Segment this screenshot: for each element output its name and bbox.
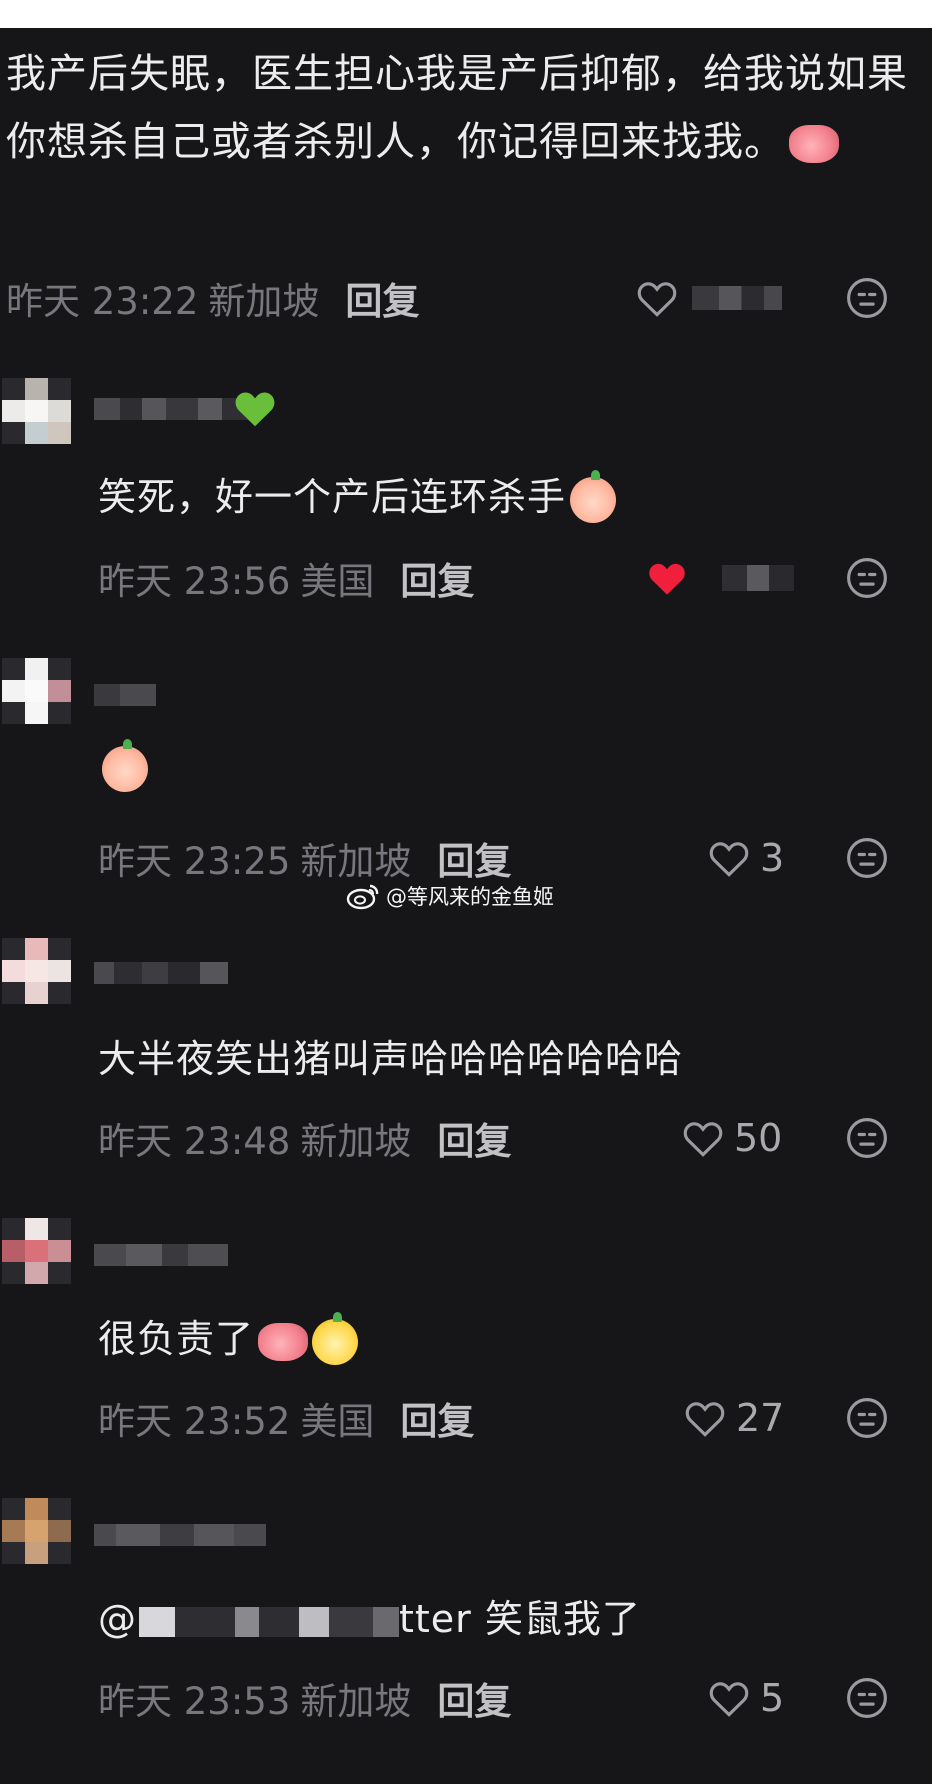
- comment-location: 美国: [300, 560, 375, 603]
- comment-meta: 昨天 23:56 美国 回复: [98, 550, 474, 606]
- dislike-face-icon[interactable]: [846, 1397, 888, 1439]
- reply-button[interactable]: 回复: [400, 1391, 474, 1445]
- username-blurred[interactable]: [94, 398, 250, 422]
- heart-outline-icon: [709, 842, 749, 877]
- comment-location: 新加坡: [300, 1120, 412, 1163]
- reply-button[interactable]: 回复: [437, 1671, 511, 1725]
- weibo-icon: [346, 884, 379, 910]
- like-button[interactable]: 5: [708, 1670, 784, 1726]
- comment-location: 新加坡: [208, 280, 320, 323]
- comment-meta: 昨天 23:53 新加坡 回复: [98, 1670, 511, 1726]
- heart-outline-icon: [709, 1682, 749, 1717]
- green-heart-badge-icon: [235, 392, 275, 427]
- heart-outline-icon: [685, 1402, 725, 1437]
- root-comment-meta: 昨天 23:22 新加坡 回复: [6, 270, 419, 326]
- dislike-face-icon[interactable]: [846, 1677, 888, 1719]
- reply-button[interactable]: 回复: [437, 831, 511, 885]
- avatar[interactable]: [2, 938, 72, 1006]
- like-count: 50: [734, 1116, 783, 1160]
- comment-location: 新加坡: [300, 840, 412, 883]
- comment-time: 昨天 23:22: [6, 280, 199, 323]
- yellow-peach-emoji-icon: [312, 1311, 359, 1365]
- dislike-face-icon[interactable]: [846, 557, 888, 599]
- comment-time: 昨天 23:48: [98, 1120, 291, 1163]
- dislike-face-icon[interactable]: [846, 837, 888, 879]
- like-count: 27: [736, 1396, 785, 1440]
- like-button[interactable]: [636, 270, 782, 326]
- comment-text: 笑死，好一个产后连环杀手: [98, 466, 617, 523]
- blurred-like-count: [692, 286, 782, 310]
- like-count: 3: [760, 836, 785, 880]
- crying-laughing-peach-emoji-icon: [570, 469, 617, 523]
- reply-button[interactable]: 回复: [345, 271, 419, 325]
- reply-button[interactable]: 回复: [437, 1111, 511, 1165]
- heart-outline-icon: [637, 282, 677, 317]
- like-button[interactable]: 3: [708, 830, 784, 886]
- mention-prefix[interactable]: @: [98, 1597, 137, 1641]
- comment-meta: 昨天 23:48 新加坡 回复: [98, 1110, 511, 1166]
- avatar[interactable]: [2, 378, 72, 446]
- watermark: @等风来的金鱼姬: [346, 880, 554, 912]
- like-button[interactable]: [646, 550, 794, 606]
- shy-peach-emoji-icon: [102, 738, 148, 792]
- comment-text: [98, 738, 148, 792]
- top-status-strip: [0, 0, 932, 28]
- avatar[interactable]: [2, 1498, 72, 1566]
- dislike-face-icon[interactable]: [846, 1117, 888, 1159]
- root-comment-text: 我产后失眠，医生担心我是产后抑郁，给我说如果你想杀自己或者杀别人，你记得回来找我…: [6, 40, 916, 176]
- comment-time: 昨天 23:52: [98, 1400, 291, 1443]
- comment-time: 昨天 23:56: [98, 560, 291, 603]
- comment-text: 很负责了: [98, 1308, 359, 1365]
- username-blurred[interactable]: [94, 684, 156, 708]
- blurred-like-count: [722, 565, 794, 591]
- avatar[interactable]: [2, 658, 72, 726]
- heart-filled-icon: [649, 563, 685, 595]
- username-blurred[interactable]: [94, 962, 228, 986]
- like-button[interactable]: 27: [684, 1390, 784, 1446]
- thumbs-up-emoji-icon: [258, 1322, 309, 1361]
- mention-suffix-and-text: tter 笑鼠我了: [399, 1597, 641, 1641]
- watermark-text: @等风来的金鱼姬: [386, 885, 554, 909]
- comment-location: 美国: [300, 1400, 375, 1443]
- avatar[interactable]: [2, 1218, 72, 1286]
- username-blurred[interactable]: [94, 1524, 266, 1548]
- comment-text: 大半夜笑出猪叫声哈哈哈哈哈哈哈: [98, 1037, 684, 1081]
- dislike-face-icon[interactable]: [846, 277, 888, 319]
- thumbs-up-emoji-icon: [789, 125, 839, 163]
- comment-location: 新加坡: [300, 1680, 412, 1723]
- comment-text: @ tter 笑鼠我了: [98, 1588, 641, 1643]
- comment-time: 昨天 23:25: [98, 840, 291, 883]
- comment-meta: 昨天 23:25 新加坡 回复: [98, 830, 511, 886]
- username-blurred[interactable]: [94, 1244, 228, 1268]
- like-count: 5: [760, 1676, 785, 1720]
- root-comment-body: 我产后失眠，医生担心我是产后抑郁，给我说如果你想杀自己或者杀别人，你记得回来找我…: [6, 51, 908, 165]
- comment-meta: 昨天 23:52 美国 回复: [98, 1390, 474, 1446]
- blurred-mention: [139, 1606, 175, 1637]
- heart-outline-icon: [683, 1122, 723, 1157]
- reply-button[interactable]: 回复: [400, 551, 474, 605]
- comment-time: 昨天 23:53: [98, 1680, 291, 1723]
- like-button[interactable]: 50: [682, 1110, 782, 1166]
